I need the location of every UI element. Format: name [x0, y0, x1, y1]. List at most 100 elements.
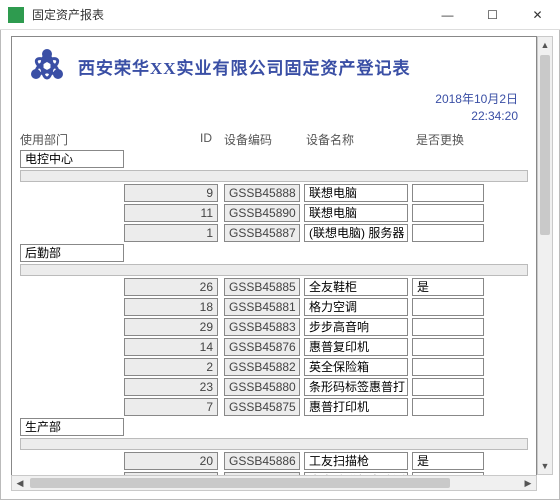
- table-row: 11 GSSB45890联想电脑: [20, 204, 528, 222]
- col-id: ID: [124, 131, 224, 148]
- flag-cell[interactable]: [412, 298, 484, 316]
- row-spacer: [20, 358, 124, 376]
- name-cell[interactable]: (联想电脑) 服务器: [304, 224, 408, 242]
- col-flag: 是否更换: [416, 131, 496, 148]
- table-row: 29 GSSB45883步步高音响: [20, 318, 528, 336]
- window-titlebar: 固定资产报表 — ☐ ✕: [0, 0, 560, 30]
- table-row: 20 GSSB45886工友扫描枪是: [20, 452, 528, 470]
- flag-cell[interactable]: [412, 318, 484, 336]
- id-cell[interactable]: 18: [124, 298, 218, 316]
- scroll-left-icon[interactable]: ◀: [12, 476, 28, 490]
- row-spacer: [20, 318, 124, 336]
- flag-cell[interactable]: [412, 184, 484, 202]
- app-icon: [8, 7, 24, 23]
- report-title: 西安荣华XX实业有限公司固定资产登记表: [72, 54, 526, 79]
- table-row: 1 GSSB45887(联想电脑) 服务器: [20, 224, 528, 242]
- table-row: 7 GSSB45875惠普打印机: [20, 398, 528, 416]
- row-spacer: [20, 378, 124, 396]
- table-row: 23 GSSB45880条形码标签惠普打: [20, 378, 528, 396]
- row-spacer: [20, 298, 124, 316]
- name-cell[interactable]: 惠普打印机: [304, 398, 408, 416]
- client-area: 西安荣华XX实业有限公司固定资产登记表 2018年10月2日 22:34:20 …: [0, 30, 560, 500]
- column-header-row: 使用部门 ID 设备编码 设备名称 是否更换: [12, 131, 536, 148]
- id-cell[interactable]: 14: [124, 338, 218, 356]
- scroll-up-icon[interactable]: ▲: [538, 37, 552, 53]
- group-header: 后勤部: [20, 244, 528, 262]
- vertical-scrollbar[interactable]: ▲ ▼: [537, 36, 553, 475]
- id-cell[interactable]: 26: [124, 278, 218, 296]
- flag-cell[interactable]: [412, 378, 484, 396]
- report-area: 西安荣华XX实业有限公司固定资产登记表 2018年10月2日 22:34:20 …: [11, 36, 537, 487]
- scroll-right-icon[interactable]: ▶: [520, 476, 536, 490]
- name-cell[interactable]: 惠普复印机: [304, 338, 408, 356]
- name-cell[interactable]: 工友扫描枪: [304, 452, 408, 470]
- code-cell[interactable]: GSSB45881: [224, 298, 300, 316]
- horizontal-scrollbar[interactable]: ◀ ▶: [11, 475, 537, 491]
- flag-cell[interactable]: [412, 398, 484, 416]
- flag-cell[interactable]: [412, 358, 484, 376]
- minimize-button[interactable]: —: [425, 0, 470, 29]
- name-cell[interactable]: 全友鞋柜: [304, 278, 408, 296]
- flag-cell[interactable]: 是: [412, 278, 484, 296]
- scroll-down-icon[interactable]: ▼: [538, 458, 552, 474]
- dept-cell[interactable]: 后勤部: [20, 244, 124, 262]
- id-cell[interactable]: 11: [124, 204, 218, 222]
- id-cell[interactable]: 29: [124, 318, 218, 336]
- row-spacer: [20, 184, 124, 202]
- horizontal-scroll-thumb[interactable]: [30, 478, 450, 488]
- flag-cell[interactable]: [412, 338, 484, 356]
- window-title: 固定资产报表: [32, 6, 425, 23]
- col-name: 设备名称: [306, 131, 416, 148]
- id-cell[interactable]: 23: [124, 378, 218, 396]
- code-cell[interactable]: GSSB45880: [224, 378, 300, 396]
- close-button[interactable]: ✕: [515, 0, 560, 29]
- code-cell[interactable]: GSSB45885: [224, 278, 300, 296]
- row-spacer: [20, 338, 124, 356]
- report-time: 22:34:20: [12, 108, 518, 125]
- report-date: 2018年10月2日: [12, 91, 518, 108]
- code-cell[interactable]: GSSB45888: [224, 184, 300, 202]
- row-spacer: [20, 224, 124, 242]
- name-cell[interactable]: 步步高音响: [304, 318, 408, 336]
- vertical-scroll-thumb[interactable]: [540, 55, 550, 235]
- dept-cell[interactable]: 电控中心: [20, 150, 124, 168]
- code-cell[interactable]: GSSB45886: [224, 452, 300, 470]
- code-cell[interactable]: GSSB45887: [224, 224, 300, 242]
- code-cell[interactable]: GSSB45883: [224, 318, 300, 336]
- row-spacer: [20, 204, 124, 222]
- data-grid: 电控中心9 GSSB45888联想电脑 11 GSSB45890联想电脑 1 GSSB45…: [12, 150, 536, 487]
- row-spacer: [20, 398, 124, 416]
- group-separator: [20, 264, 528, 276]
- row-spacer: [20, 452, 124, 470]
- id-cell[interactable]: 7: [124, 398, 218, 416]
- dept-cell[interactable]: 生产部: [20, 418, 124, 436]
- row-spacer: [20, 278, 124, 296]
- name-cell[interactable]: 英全保险箱: [304, 358, 408, 376]
- table-row: 14 GSSB45876惠普复印机: [20, 338, 528, 356]
- id-cell[interactable]: 2: [124, 358, 218, 376]
- code-cell[interactable]: GSSB45876: [224, 338, 300, 356]
- company-logo-icon: [22, 43, 72, 89]
- col-code: 设备编码: [224, 131, 306, 148]
- code-cell[interactable]: GSSB45890: [224, 204, 300, 222]
- table-row: 9 GSSB45888联想电脑: [20, 184, 528, 202]
- group-separator: [20, 170, 528, 182]
- id-cell[interactable]: 1: [124, 224, 218, 242]
- flag-cell[interactable]: [412, 204, 484, 222]
- table-row: 18 GSSB45881格力空调: [20, 298, 528, 316]
- maximize-button[interactable]: ☐: [470, 0, 515, 29]
- name-cell[interactable]: 条形码标签惠普打: [304, 378, 408, 396]
- flag-cell[interactable]: 是: [412, 452, 484, 470]
- code-cell[interactable]: GSSB45875: [224, 398, 300, 416]
- id-cell[interactable]: 9: [124, 184, 218, 202]
- name-cell[interactable]: 格力空调: [304, 298, 408, 316]
- code-cell[interactable]: GSSB45882: [224, 358, 300, 376]
- name-cell[interactable]: 联想电脑: [304, 204, 408, 222]
- flag-cell[interactable]: [412, 224, 484, 242]
- group-separator: [20, 438, 528, 450]
- id-cell[interactable]: 20: [124, 452, 218, 470]
- name-cell[interactable]: 联想电脑: [304, 184, 408, 202]
- table-row: 2 GSSB45882英全保险箱: [20, 358, 528, 376]
- group-header: 生产部: [20, 418, 528, 436]
- col-dept: 使用部门: [20, 131, 124, 148]
